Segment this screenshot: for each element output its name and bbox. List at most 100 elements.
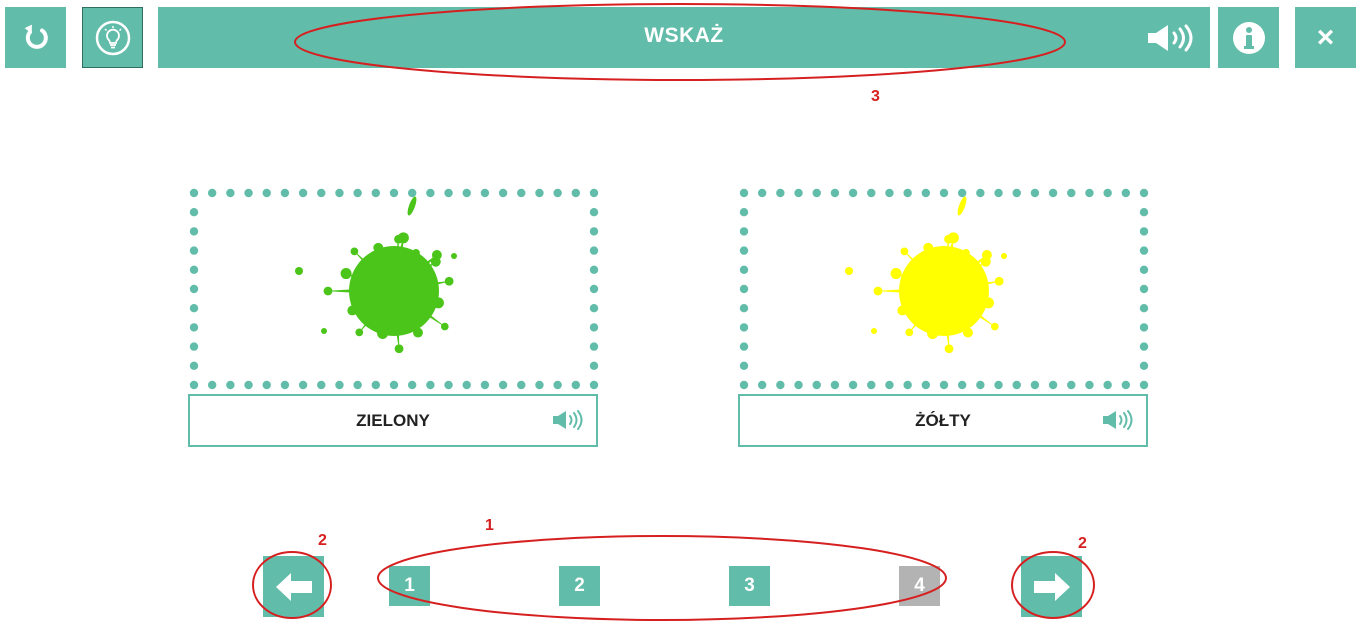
frame-dot bbox=[739, 361, 749, 370]
frame-dot bbox=[939, 188, 949, 198]
card-label-text: ZIELONY bbox=[356, 410, 430, 430]
prev-button[interactable] bbox=[263, 556, 324, 617]
annotation-number: 2 bbox=[318, 532, 327, 549]
frame-dot bbox=[517, 380, 526, 390]
frame-dot bbox=[371, 380, 381, 390]
frame-dot bbox=[589, 304, 599, 313]
frame-dot bbox=[189, 304, 199, 313]
frame-dot bbox=[994, 380, 1003, 390]
frame-dot bbox=[589, 361, 599, 370]
frame-dot bbox=[189, 227, 199, 236]
frame-dot bbox=[848, 188, 858, 198]
reset-button[interactable] bbox=[5, 7, 66, 68]
frame-dot bbox=[280, 380, 290, 390]
close-button[interactable]: × bbox=[1295, 7, 1356, 68]
frame-dot bbox=[353, 380, 362, 390]
annotation-number: 1 bbox=[485, 517, 494, 534]
arrow-right-icon bbox=[1033, 572, 1070, 601]
frame-dot bbox=[480, 380, 490, 390]
frame-dot bbox=[535, 188, 544, 198]
frame-dot bbox=[353, 188, 362, 198]
frame-dot bbox=[848, 380, 858, 390]
hint-button[interactable] bbox=[82, 7, 143, 68]
title-speaker-button[interactable] bbox=[1146, 24, 1198, 57]
card-label-yellow[interactable]: ŻÓŁTY bbox=[738, 394, 1148, 447]
annotation-ellipse-pagination bbox=[377, 535, 947, 621]
frame-dot bbox=[589, 246, 599, 255]
next-button[interactable] bbox=[1021, 556, 1082, 617]
frame-dot bbox=[189, 361, 199, 370]
frame-dot bbox=[589, 227, 599, 236]
frame-dot bbox=[1139, 188, 1149, 198]
frame-dot bbox=[794, 188, 803, 198]
page-button-1[interactable]: 1 bbox=[389, 566, 430, 606]
card-speaker-button[interactable] bbox=[1102, 410, 1134, 435]
frame-dot bbox=[957, 380, 967, 390]
frame-dot bbox=[244, 380, 253, 390]
frame-dot bbox=[830, 380, 840, 390]
info-icon bbox=[1232, 21, 1265, 54]
frame-dot bbox=[867, 188, 876, 198]
frame-dot bbox=[498, 380, 508, 390]
frame-dot bbox=[939, 380, 949, 390]
frame-dot bbox=[317, 188, 326, 198]
frame-dot bbox=[389, 188, 399, 198]
frame-dot bbox=[498, 188, 508, 198]
page-button-2[interactable]: 2 bbox=[559, 566, 600, 606]
frame-dot bbox=[812, 380, 821, 390]
yellow-splash-image bbox=[845, 196, 1007, 354]
frame-dot bbox=[1139, 265, 1149, 274]
frame-dot bbox=[189, 265, 199, 274]
frame-dot bbox=[189, 380, 199, 390]
frame-dot bbox=[1103, 380, 1112, 390]
frame-dot bbox=[444, 380, 453, 390]
frame-dot bbox=[903, 380, 912, 390]
annotation-number: 2 bbox=[1078, 535, 1087, 552]
frame-dot bbox=[426, 188, 435, 198]
frame-dot bbox=[1139, 304, 1149, 313]
frame-dot bbox=[1103, 188, 1112, 198]
frame-dot bbox=[226, 188, 235, 198]
frame-dot bbox=[389, 380, 399, 390]
frame-dot bbox=[1139, 284, 1149, 294]
frame-dot bbox=[189, 323, 199, 332]
frame-dot bbox=[226, 380, 235, 390]
frame-dot bbox=[1139, 208, 1149, 217]
info-button[interactable] bbox=[1218, 7, 1279, 68]
page-button-3[interactable]: 3 bbox=[729, 566, 770, 606]
frame-dot bbox=[589, 188, 599, 198]
page-title: WSKAŻ bbox=[644, 24, 724, 47]
frame-dot bbox=[207, 380, 217, 390]
frame-dot bbox=[1048, 380, 1058, 390]
frame-dot bbox=[207, 188, 217, 198]
frame-dot bbox=[885, 380, 894, 390]
frame-dot bbox=[589, 380, 599, 390]
frame-dot bbox=[1139, 246, 1149, 255]
frame-dot bbox=[1139, 342, 1149, 351]
card-image-yellow[interactable] bbox=[737, 186, 1151, 392]
frame-dot bbox=[1139, 227, 1149, 236]
frame-dot bbox=[517, 188, 526, 198]
frame-dot bbox=[739, 380, 749, 390]
frame-dot bbox=[1012, 188, 1021, 198]
frame-dot bbox=[994, 188, 1003, 198]
frame-dot bbox=[262, 380, 271, 390]
frame-dot bbox=[1067, 188, 1076, 198]
card-label-green[interactable]: ZIELONY bbox=[188, 394, 598, 447]
lightbulb-icon bbox=[95, 20, 130, 55]
frame-dot bbox=[262, 188, 271, 198]
card-speaker-button[interactable] bbox=[552, 410, 584, 435]
speaker-icon bbox=[1103, 410, 1133, 430]
speaker-icon bbox=[553, 410, 583, 430]
frame-dot bbox=[407, 188, 417, 198]
card-image-green[interactable] bbox=[187, 186, 601, 392]
frame-dot bbox=[189, 188, 199, 198]
frame-dot bbox=[739, 323, 749, 332]
close-icon: × bbox=[1316, 20, 1335, 54]
frame-dot bbox=[407, 380, 417, 390]
frame-dot bbox=[867, 380, 876, 390]
frame-dot bbox=[335, 380, 344, 390]
frame-dot bbox=[757, 380, 767, 390]
frame-dot bbox=[589, 208, 599, 217]
frame-dot bbox=[776, 188, 785, 198]
